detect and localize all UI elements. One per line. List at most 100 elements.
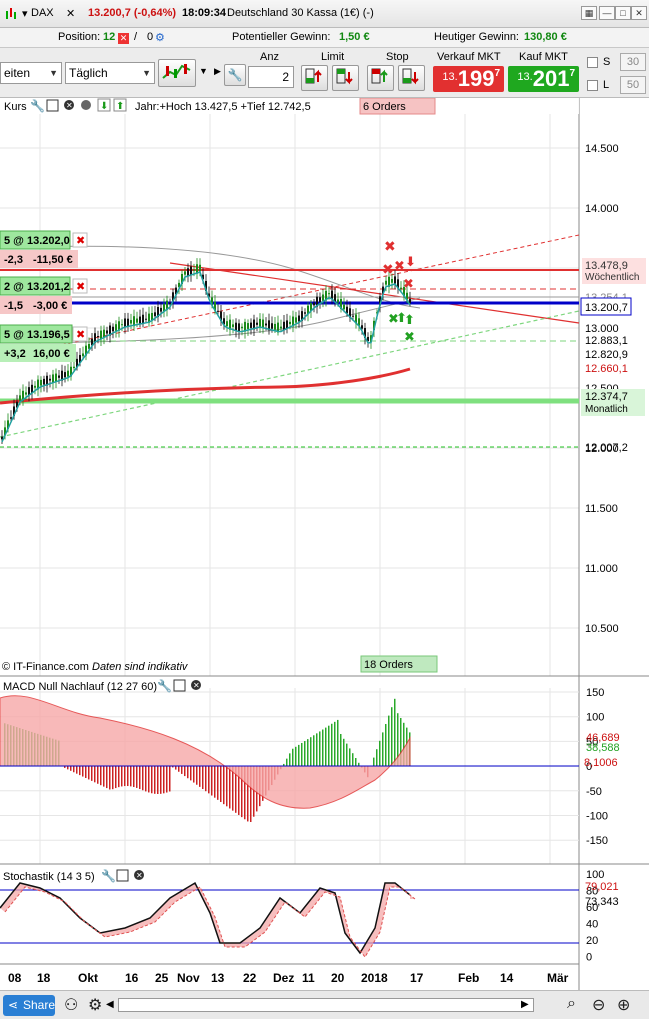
macd-bar	[211, 766, 213, 796]
limit-buy-button[interactable]	[301, 65, 328, 91]
limit-order-icon	[336, 68, 353, 85]
stoch-tag-2: 73,343	[585, 896, 619, 908]
macd-axis-label: -50	[586, 786, 602, 798]
buy-arrow-marker[interactable]: ⬆	[404, 312, 415, 327]
window-icon[interactable]	[173, 679, 186, 692]
macd-bar	[94, 766, 96, 783]
position-2-pts: -1,5	[4, 300, 23, 312]
candle-body	[58, 375, 60, 378]
macd-bar	[205, 766, 207, 792]
chart-settings-icon[interactable]: ⚙	[88, 995, 102, 1015]
stop-buy-button[interactable]	[367, 65, 394, 91]
macd-bar	[88, 766, 90, 780]
macd-bar	[145, 766, 147, 792]
buy-market-button[interactable]: 13.2017	[508, 66, 579, 92]
zoom-in-icon[interactable]: ⊕	[617, 995, 630, 1015]
macd-bar	[157, 766, 159, 794]
chart-type-button[interactable]	[158, 59, 196, 87]
stoch-axis-label: 100	[586, 869, 604, 881]
sell-order-marker[interactable]: ✖	[403, 276, 414, 291]
wrench-icon[interactable]: 🔧	[157, 678, 172, 693]
title-bar: ▾ DAX ✕ 13.200,7 (-0,64%) 18:09:34 Deuts…	[0, 0, 649, 28]
sell-arrow-marker[interactable]: ⬇	[405, 254, 416, 269]
stop-sell-button[interactable]	[398, 65, 425, 91]
close-position-icon[interactable]: ✖	[76, 281, 85, 293]
s-checkbox[interactable]	[587, 57, 598, 68]
instrument-name: Deutschland 30 Kassa (1€) (-)	[227, 7, 374, 19]
wrench-icon[interactable]: 🔧	[101, 868, 116, 883]
expand-arrow-icon[interactable]: ▶	[214, 66, 221, 77]
svg-text:✕: ✕	[66, 101, 73, 110]
macd-bar	[379, 740, 381, 766]
period-select[interactable]: eiten ▼	[0, 62, 62, 84]
scroll-left-icon[interactable]: ◀	[106, 999, 114, 1010]
candle-body	[52, 374, 54, 383]
macd-bar	[292, 748, 294, 766]
window-icon[interactable]	[46, 99, 59, 112]
candle-body	[385, 280, 387, 285]
interval-select[interactable]: Täglich ▼	[65, 62, 155, 84]
zoom-fit-icon[interactable]: ⌕	[567, 995, 576, 1013]
maximize-icon[interactable]: □	[615, 6, 631, 20]
current-price-tag: 13.200,7	[585, 302, 628, 314]
macd-bar	[115, 766, 117, 789]
ma-value-tag: 12.660,1	[585, 363, 628, 375]
candle-body	[67, 370, 69, 377]
close-symbol-icon[interactable]: ✕	[66, 7, 75, 20]
dropdown-arrow-icon[interactable]: ▾	[22, 7, 28, 20]
scroll-right-icon[interactable]: ▶	[521, 999, 529, 1010]
candle-body	[139, 316, 141, 324]
wrench-icon[interactable]: 🔧	[30, 98, 45, 113]
quantity-input[interactable]: 2	[248, 66, 294, 88]
position-3-pts: +3,2	[4, 348, 26, 360]
binoculars-icon[interactable]: ⚇	[64, 995, 78, 1015]
candle-body	[247, 323, 249, 329]
close-window-icon[interactable]: ✕	[631, 6, 647, 20]
range-text: Jahr:+Hoch 13.427,5 +Tief 12.742,5	[135, 101, 311, 113]
sell-market-button[interactable]: 13.1997	[433, 66, 504, 92]
l-checkbox[interactable]	[587, 80, 598, 91]
close-position-icon[interactable]: ✖	[76, 329, 85, 341]
s-quantity[interactable]: 30	[620, 53, 646, 71]
today-profit-value: 130,80 €	[524, 31, 567, 43]
cancel-icon[interactable]	[81, 100, 91, 110]
sell-order-marker[interactable]: ✖	[384, 238, 396, 254]
settings-gear-icon[interactable]: ⚙	[155, 31, 165, 44]
chart-area[interactable]: ✖ ✖ ✖ ✖ ⬇ ✖ ✖ ⬆ ⬆ Kurs 🔧 ✕ ⬇ ⬆ Jahr:+Hoc…	[0, 97, 649, 990]
l-quantity[interactable]: 50	[620, 76, 646, 94]
price-axis-label: 13.000	[585, 323, 619, 335]
macd-bar	[103, 766, 105, 787]
grid-icon[interactable]: ▦	[581, 6, 597, 20]
chart-type-dropdown-icon[interactable]: ▼	[199, 66, 208, 76]
time-axis-label: Okt	[78, 971, 98, 985]
macd-bar	[385, 724, 387, 766]
candle-body	[289, 321, 291, 325]
macd-bar	[163, 766, 165, 794]
macd-bar	[391, 707, 393, 766]
time-axis-label: Nov	[177, 971, 200, 985]
close-position-icon[interactable]: ✕	[118, 31, 129, 44]
share-button[interactable]: ⋖ Share	[3, 995, 55, 1016]
time-scrollbar[interactable]	[118, 998, 534, 1012]
stop-order-icon	[402, 68, 419, 85]
source-note: Daten sind indikativ	[92, 661, 189, 673]
macd-bar	[184, 766, 186, 777]
source-text: © IT-Finance.com	[2, 661, 89, 673]
time-axis-label: 11	[302, 971, 315, 985]
wrench-icon[interactable]: 🔧	[224, 64, 246, 86]
macd-bar	[394, 698, 396, 766]
scroll-thumb[interactable]	[119, 1001, 127, 1009]
minimize-icon[interactable]: —	[599, 6, 615, 20]
price-chart[interactable]: ✖ ✖ ✖ ✖ ⬇ ✖ ✖ ⬆ ⬆ Kurs 🔧 ✕ ⬇ ⬆ Jahr:+Hoc…	[0, 97, 649, 990]
close-position-icon[interactable]: ✖	[76, 235, 85, 247]
buy-order-marker[interactable]: ✖	[404, 329, 415, 344]
limit-sell-button[interactable]	[332, 65, 359, 91]
sell-order-marker[interactable]: ✖	[394, 258, 405, 273]
last-time: 18:09:34	[182, 7, 227, 19]
sell-order-marker[interactable]: ✖	[382, 261, 394, 277]
pending-value: 0	[147, 31, 154, 43]
zoom-out-icon[interactable]: ⊖	[592, 995, 605, 1015]
svg-text:⬇: ⬇	[100, 101, 108, 112]
window-icon[interactable]	[116, 869, 129, 882]
macd-bar	[67, 766, 69, 770]
